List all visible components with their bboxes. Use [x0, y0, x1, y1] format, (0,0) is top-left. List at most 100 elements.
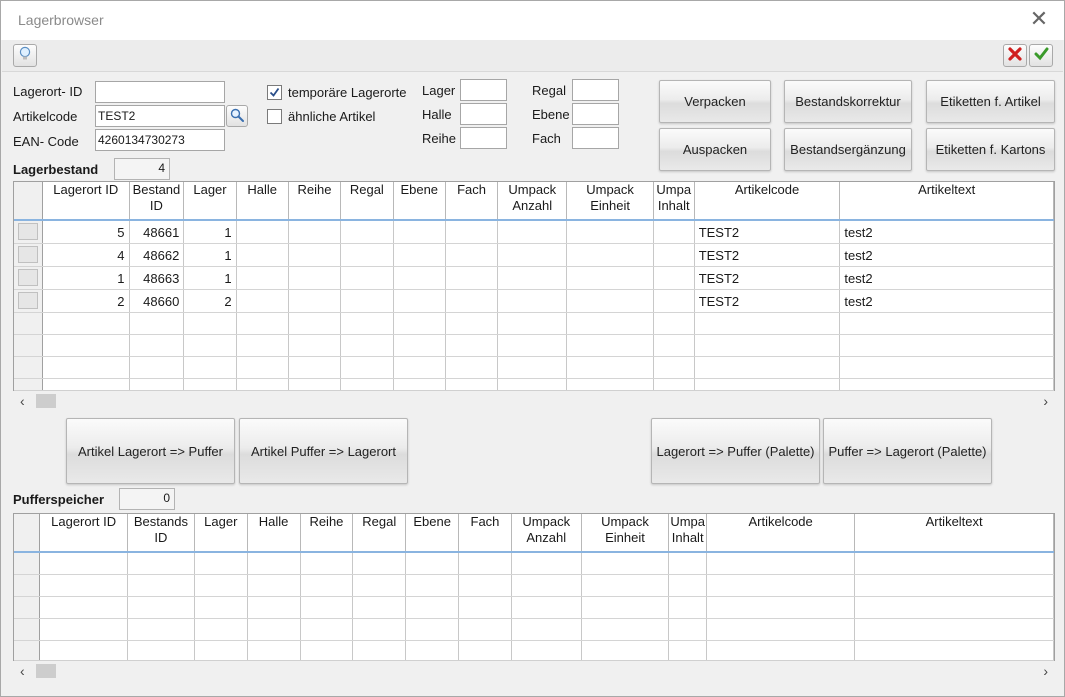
- row-selector[interactable]: [14, 640, 41, 660]
- table-cell[interactable]: [839, 334, 1054, 357]
- column-header[interactable]: Halle: [247, 514, 301, 553]
- table-cell[interactable]: 48660: [129, 289, 185, 313]
- table-cell[interactable]: [668, 596, 707, 619]
- table-cell[interactable]: [39, 618, 128, 641]
- table-cell[interactable]: 1: [183, 266, 237, 290]
- table-cell[interactable]: [445, 312, 499, 335]
- table-cell[interactable]: [183, 334, 237, 357]
- table-cell[interactable]: [511, 552, 582, 575]
- table-cell[interactable]: [393, 266, 446, 290]
- etiketten-artikel-button[interactable]: Etiketten f. Artikel: [926, 80, 1055, 123]
- column-header[interactable]: Fach: [458, 514, 512, 553]
- cancel-button[interactable]: [1003, 44, 1027, 67]
- table-cell[interactable]: TEST2: [694, 289, 841, 313]
- table-cell[interactable]: [694, 312, 841, 335]
- row-selector[interactable]: [14, 356, 43, 379]
- temp-lagerorte-checkbox[interactable]: [267, 85, 282, 100]
- table-cell[interactable]: [127, 574, 195, 597]
- column-header[interactable]: Bestands ID: [127, 514, 195, 553]
- table-cell[interactable]: [129, 334, 185, 357]
- table-cell[interactable]: 1: [183, 220, 237, 244]
- table-cell[interactable]: [247, 640, 301, 660]
- row-selector[interactable]: [14, 596, 41, 619]
- table-cell[interactable]: TEST2: [694, 266, 841, 290]
- lagerbestand-grid[interactable]: Lagerort ID Bestand ID Lager Halle Reihe Rega…: [13, 181, 1055, 391]
- similar-articles-checkbox[interactable]: [267, 109, 282, 124]
- lager-input[interactable]: [460, 79, 507, 101]
- scroll-right-icon[interactable]: ›: [1043, 663, 1048, 679]
- table-cell[interactable]: [405, 552, 460, 575]
- row-selector[interactable]: [14, 618, 41, 641]
- table-cell[interactable]: [405, 596, 460, 619]
- table-row[interactable]: [14, 618, 1054, 641]
- row-selector-box[interactable]: [18, 246, 38, 263]
- table-cell[interactable]: [393, 356, 446, 379]
- table-cell[interactable]: [839, 312, 1054, 335]
- table-cell[interactable]: [668, 618, 707, 641]
- table-cell[interactable]: [236, 312, 289, 335]
- table-cell[interactable]: [352, 552, 407, 575]
- column-header[interactable]: Lager: [183, 182, 237, 221]
- column-header[interactable]: Artikeltext: [839, 182, 1054, 221]
- bestandskorrektur-button[interactable]: Bestandskorrektur: [784, 80, 912, 123]
- row-selector[interactable]: [14, 266, 43, 290]
- table-cell[interactable]: [581, 618, 670, 641]
- table-cell[interactable]: [706, 552, 856, 575]
- table-cell[interactable]: [288, 356, 342, 379]
- table-cell[interactable]: [405, 574, 460, 597]
- table-cell[interactable]: [42, 312, 130, 335]
- table-cell[interactable]: [653, 289, 695, 313]
- table-cell[interactable]: [288, 312, 342, 335]
- table-cell[interactable]: [566, 289, 654, 313]
- table-row[interactable]: [14, 640, 1054, 660]
- table-cell[interactable]: [445, 243, 499, 267]
- table-cell[interactable]: [300, 640, 354, 660]
- table-cell[interactable]: [706, 574, 856, 597]
- table-cell[interactable]: [458, 596, 512, 619]
- table-row[interactable]: 4 48662 1 TEST2 test2: [14, 243, 1054, 267]
- table-cell[interactable]: [236, 243, 289, 267]
- table-row[interactable]: 5 48661 1 TEST2 test2: [14, 220, 1054, 244]
- table-cell[interactable]: [566, 312, 654, 335]
- table-cell[interactable]: 5: [42, 220, 130, 244]
- table-cell[interactable]: [39, 552, 128, 575]
- table-cell[interactable]: [566, 356, 654, 379]
- table-cell[interactable]: [854, 596, 1054, 619]
- pufferspeicher-grid[interactable]: Lagerort ID Bestands ID Lager Halle Reihe Reg…: [13, 513, 1055, 661]
- table-cell[interactable]: [39, 596, 128, 619]
- ean-code-input[interactable]: 4260134730273: [95, 129, 225, 151]
- table-cell[interactable]: [854, 552, 1054, 575]
- column-header[interactable]: Reihe: [288, 182, 342, 221]
- table-cell[interactable]: [194, 596, 248, 619]
- table-row[interactable]: [14, 312, 1054, 335]
- column-header[interactable]: Lagerort ID: [42, 182, 130, 221]
- table-cell[interactable]: TEST2: [694, 220, 841, 244]
- table-cell[interactable]: [129, 312, 185, 335]
- table-cell[interactable]: [288, 334, 342, 357]
- row-selector[interactable]: [14, 334, 43, 357]
- table-cell[interactable]: [854, 640, 1054, 660]
- table-cell[interactable]: [247, 552, 301, 575]
- row-selector-box[interactable]: [18, 223, 38, 240]
- table-cell[interactable]: [668, 574, 707, 597]
- etiketten-kartons-button[interactable]: Etiketten f. Kartons: [926, 128, 1055, 171]
- table-cell[interactable]: [511, 618, 582, 641]
- column-header[interactable]: Ebene: [405, 514, 460, 553]
- table-cell[interactable]: [668, 552, 707, 575]
- table-cell[interactable]: test2: [839, 220, 1054, 244]
- table-cell[interactable]: [581, 552, 670, 575]
- column-header[interactable]: Reihe: [300, 514, 354, 553]
- artikel-lagerort-to-puffer-button[interactable]: Artikel Lagerort => Puffer: [66, 418, 235, 484]
- table-cell[interactable]: test2: [839, 266, 1054, 290]
- ebene-input[interactable]: [572, 103, 619, 125]
- table-cell[interactable]: [511, 640, 582, 660]
- table-cell[interactable]: [566, 243, 654, 267]
- row-selector[interactable]: [14, 289, 43, 313]
- table-cell[interactable]: [393, 243, 446, 267]
- table-cell[interactable]: [194, 574, 248, 597]
- fach-input[interactable]: [572, 127, 619, 149]
- column-header[interactable]: Umpack Einheit: [581, 514, 670, 553]
- table-cell[interactable]: [247, 596, 301, 619]
- table-cell[interactable]: [854, 574, 1054, 597]
- table-cell[interactable]: [288, 266, 342, 290]
